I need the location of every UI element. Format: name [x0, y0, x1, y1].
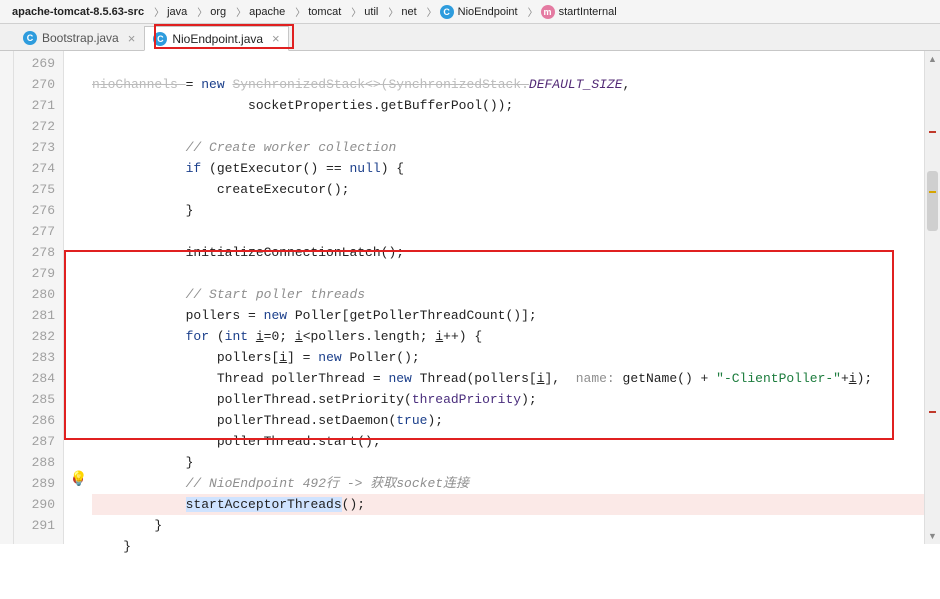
- chevron-right-icon: 〉: [154, 2, 159, 22]
- chevron-right-icon: 〉: [427, 2, 432, 22]
- tab-label: Bootstrap.java: [42, 31, 119, 45]
- line-number-gutter: 269 270 271 272 273 274 275 276 277 278 …: [14, 51, 64, 544]
- method-icon: m: [541, 5, 555, 19]
- annotation-highlight-box: [64, 250, 894, 440]
- chevron-right-icon: 〉: [197, 2, 202, 22]
- breadcrumb-bar: apache-tomcat-8.5.63-src 〉 java 〉 org 〉 …: [0, 0, 940, 24]
- icon-gutter: 💡: [64, 51, 92, 544]
- scrollbar-marker: [929, 191, 936, 193]
- breadcrumb-item[interactable]: net: [395, 2, 424, 22]
- scrollbar-vertical[interactable]: ▲ ▼: [924, 51, 940, 544]
- class-icon: C: [440, 5, 454, 19]
- breadcrumb-item[interactable]: apache-tomcat-8.5.63-src: [6, 2, 152, 22]
- chevron-right-icon: 〉: [528, 2, 533, 22]
- breadcrumb-item[interactable]: util: [358, 2, 386, 22]
- code-editor[interactable]: 269 270 271 272 273 274 275 276 277 278 …: [0, 51, 940, 544]
- scrollbar-marker: [929, 411, 936, 413]
- breadcrumb-item[interactable]: apache: [243, 2, 293, 22]
- chevron-right-icon: 〉: [236, 2, 241, 22]
- chevron-right-icon: 〉: [351, 2, 356, 22]
- side-gutter: [0, 51, 14, 544]
- chevron-right-icon: 〉: [388, 2, 393, 22]
- tab-label: NioEndpoint.java: [172, 32, 263, 46]
- breadcrumb-item[interactable]: org: [204, 2, 234, 22]
- breadcrumb-item[interactable]: mstartInternal: [535, 2, 625, 22]
- class-icon: C: [153, 32, 167, 46]
- scrollbar-marker: [929, 131, 936, 133]
- editor-tabs: C Bootstrap.java × C NioEndpoint.java ×: [0, 24, 940, 51]
- scroll-up-icon[interactable]: ▲: [925, 51, 940, 67]
- tab-bootstrap[interactable]: C Bootstrap.java ×: [14, 25, 144, 50]
- breadcrumb-item[interactable]: java: [161, 2, 195, 22]
- breadcrumb-item[interactable]: CNioEndpoint: [434, 2, 526, 22]
- close-icon[interactable]: ×: [128, 31, 136, 46]
- tab-nioendpoint[interactable]: C NioEndpoint.java ×: [144, 26, 288, 51]
- breadcrumb-item[interactable]: tomcat: [302, 2, 349, 22]
- scroll-down-icon[interactable]: ▼: [925, 528, 940, 544]
- close-icon[interactable]: ×: [272, 31, 280, 46]
- chevron-right-icon: 〉: [295, 2, 300, 22]
- class-icon: C: [23, 31, 37, 45]
- intention-bulb-icon[interactable]: 💡: [70, 470, 87, 487]
- scrollbar-thumb[interactable]: [927, 171, 938, 231]
- code-area[interactable]: nioChannels = new SynchronizedStack<>(Sy…: [92, 51, 940, 544]
